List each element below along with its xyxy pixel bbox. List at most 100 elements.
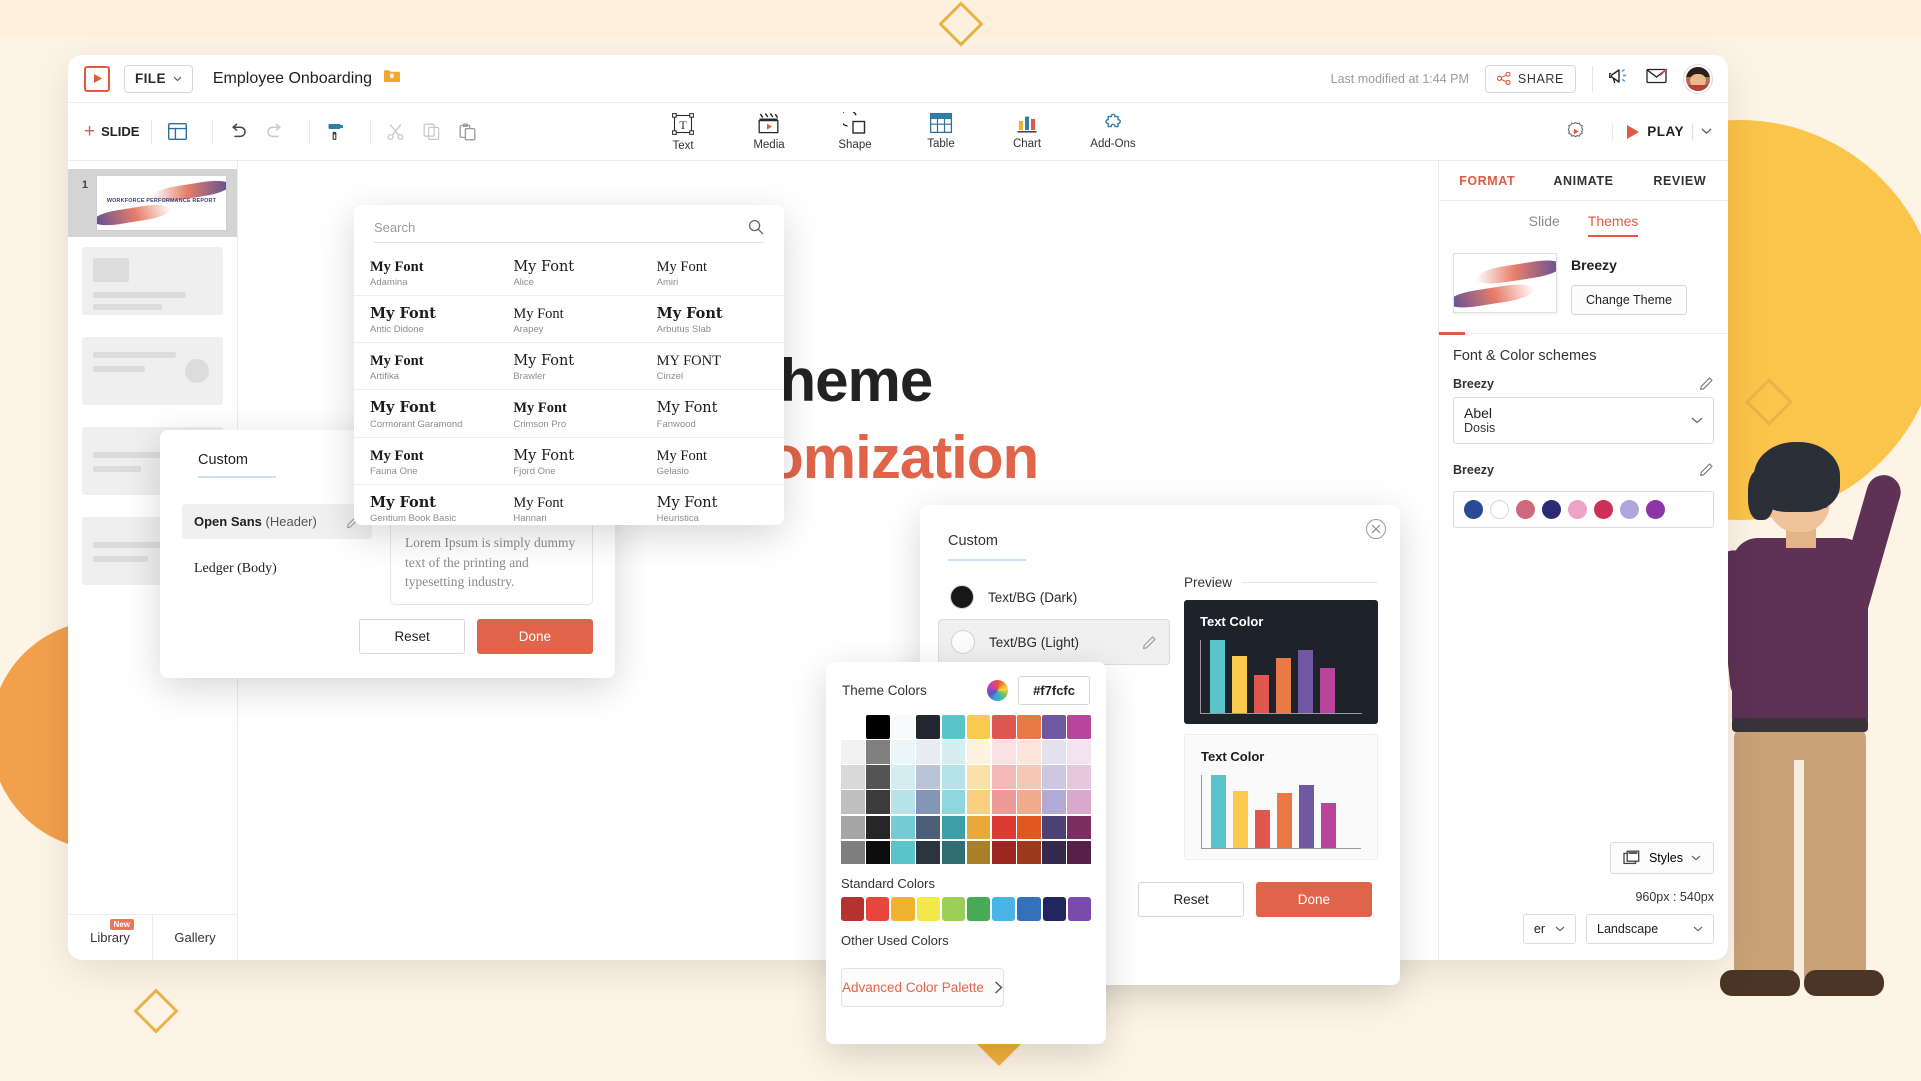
font-option[interactable]: My Font Arbutus Slab (640, 296, 784, 344)
user-avatar[interactable] (1684, 64, 1712, 93)
font-option[interactable]: My Font Fanwood (640, 390, 784, 438)
size-select[interactable]: er (1522, 914, 1576, 944)
play-button[interactable]: PLAY (1612, 123, 1712, 140)
theme-swatch[interactable] (941, 840, 966, 865)
theme-swatch[interactable] (916, 815, 941, 840)
font-option[interactable]: My Font Amiri (640, 249, 784, 297)
standard-swatch[interactable] (1042, 897, 1066, 921)
change-theme-button[interactable]: Change Theme (1571, 285, 1687, 315)
theme-swatch[interactable] (966, 765, 991, 789)
theme-swatch[interactable] (1067, 790, 1092, 815)
theme-swatch[interactable] (991, 715, 1016, 739)
tab-gallery[interactable]: Gallery (152, 915, 237, 960)
advanced-color-palette-button[interactable]: Advanced Color Palette (841, 967, 1004, 1007)
theme-swatch[interactable] (941, 815, 966, 840)
theme-swatch[interactable] (1017, 765, 1041, 789)
tab-library[interactable]: New Library (68, 915, 152, 960)
header-font-row[interactable]: Open Sans (Header) (182, 504, 372, 539)
theme-swatch[interactable] (916, 790, 941, 815)
color-target-swatch[interactable] (950, 585, 974, 609)
pencil-edit-icon[interactable] (1142, 635, 1157, 650)
theme-swatch[interactable] (1067, 815, 1092, 840)
font-option[interactable]: MY FONT Cinzel (640, 343, 784, 391)
theme-swatch[interactable] (1067, 840, 1092, 865)
theme-swatch[interactable] (966, 815, 991, 840)
theme-swatch[interactable] (916, 740, 941, 764)
theme-swatch[interactable] (966, 790, 991, 815)
font-option[interactable]: My Font Alice (497, 249, 641, 297)
folder-icon[interactable] (384, 69, 401, 88)
slide-thumbnail-1[interactable]: 1 WORKFORCE PERFORMANCE REPORT (68, 169, 237, 237)
color-scheme-dot[interactable] (1568, 500, 1587, 520)
theme-swatch[interactable] (966, 840, 991, 865)
font-option[interactable]: My Font Heuristica (641, 485, 784, 525)
add-slide-button[interactable]: + SLIDE (84, 122, 139, 141)
theme-swatch[interactable] (916, 840, 941, 865)
pencil-edit-icon[interactable] (1699, 462, 1714, 477)
theme-swatch[interactable] (966, 715, 991, 739)
theme-swatch[interactable] (916, 765, 941, 789)
standard-swatch-grid[interactable] (826, 897, 1106, 921)
theme-swatch[interactable] (891, 765, 915, 789)
settings-gear-icon[interactable] (1562, 119, 1588, 145)
theme-swatch[interactable] (1042, 765, 1066, 789)
font-option[interactable]: My Font Fauna One (354, 438, 498, 485)
insert-addons-button[interactable]: Add-Ons (1085, 112, 1141, 152)
theme-thumbnail[interactable] (1453, 253, 1557, 313)
color-done-button[interactable]: Done (1255, 882, 1372, 917)
color-reset-button[interactable]: Reset (1138, 882, 1244, 917)
paste-icon[interactable] (455, 119, 481, 145)
standard-swatch[interactable] (1017, 897, 1041, 921)
font-option[interactable]: My Font Crimson Pro (497, 390, 641, 438)
theme-swatch[interactable] (841, 840, 865, 865)
theme-swatch[interactable] (866, 815, 890, 840)
search-icon[interactable] (748, 219, 764, 235)
insert-media-button[interactable]: Media (741, 112, 797, 152)
theme-swatch[interactable] (866, 740, 890, 764)
theme-swatch[interactable] (866, 715, 890, 739)
play-logo-icon[interactable] (84, 65, 110, 92)
theme-swatch[interactable] (991, 815, 1016, 840)
scissors-icon[interactable] (383, 119, 409, 145)
theme-swatch-grid[interactable] (841, 715, 1092, 865)
copy-icon[interactable] (419, 119, 445, 145)
color-target-item[interactable]: Text/BG (Dark) (938, 575, 1170, 619)
color-scheme-dot[interactable] (1620, 500, 1639, 520)
theme-swatch[interactable] (866, 765, 890, 789)
body-font-row[interactable]: Ledger (Body) (182, 539, 372, 577)
font-search-input[interactable] (374, 219, 748, 235)
color-scheme-dot[interactable] (1594, 500, 1613, 520)
theme-swatch[interactable] (1017, 790, 1041, 815)
color-scheme-dot[interactable] (1490, 500, 1509, 520)
theme-swatch[interactable] (991, 740, 1016, 764)
sub-tab-themes[interactable]: Themes (1587, 213, 1639, 237)
standard-swatch[interactable] (891, 897, 915, 921)
theme-swatch[interactable] (891, 815, 915, 840)
font-option[interactable]: My Font Arapey (497, 296, 641, 344)
color-scheme-dot[interactable] (1646, 500, 1665, 520)
font-option[interactable]: My Font Cormorant Garamond (354, 390, 498, 438)
megaphone-icon[interactable] (1608, 67, 1630, 91)
standard-swatch[interactable] (866, 897, 890, 921)
layout-icon[interactable] (164, 119, 190, 145)
color-scheme-dot[interactable] (1542, 500, 1561, 520)
color-target-swatch[interactable] (951, 630, 975, 654)
font-scheme-select[interactable]: Abel Dosis (1453, 397, 1714, 445)
theme-swatch[interactable] (941, 765, 966, 789)
font-option[interactable]: My Font Gelasio (640, 438, 784, 485)
theme-swatch[interactable] (1017, 740, 1041, 764)
standard-swatch[interactable] (916, 897, 940, 921)
font-option[interactable]: My Font Brawler (497, 343, 641, 391)
font-option[interactable]: My Font Artifika (354, 343, 498, 391)
color-scheme-swatches[interactable] (1453, 491, 1714, 529)
undo-icon[interactable] (225, 119, 251, 145)
theme-swatch[interactable] (891, 790, 915, 815)
standard-swatch[interactable] (967, 897, 991, 921)
theme-swatch[interactable] (916, 715, 941, 739)
font-option[interactable]: My Font Hannari (497, 485, 640, 525)
theme-swatch[interactable] (1067, 715, 1092, 739)
redo-icon[interactable] (261, 119, 287, 145)
close-circle-icon[interactable] (1366, 519, 1386, 539)
theme-swatch[interactable] (991, 765, 1016, 789)
font-option[interactable]: My Font Gentium Book Basic (354, 485, 497, 525)
